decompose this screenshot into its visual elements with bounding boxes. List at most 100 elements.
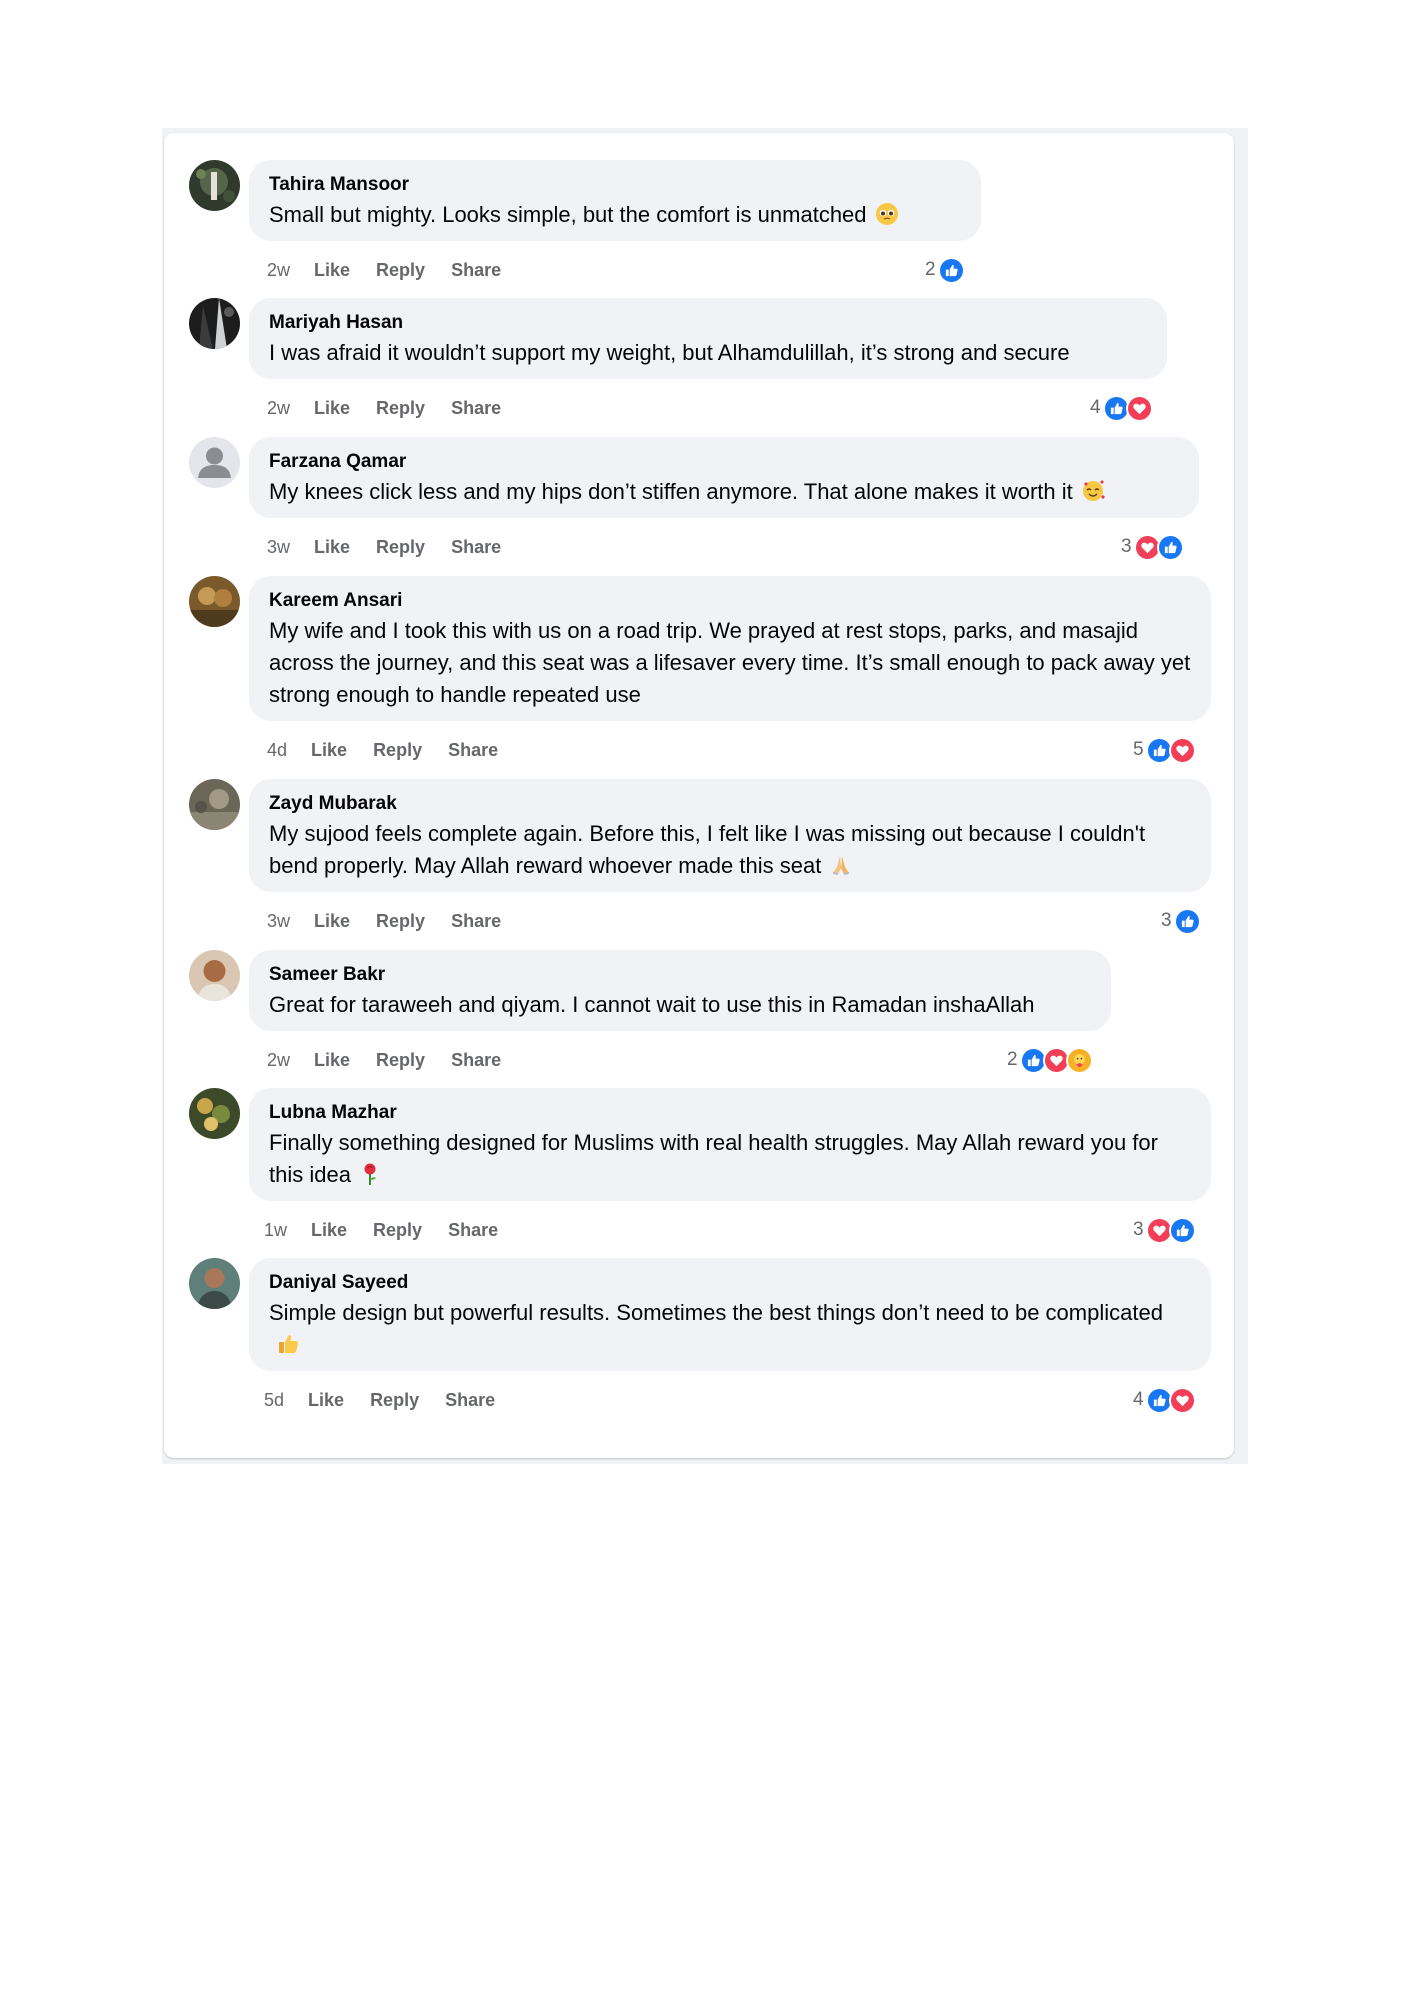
comment-author[interactable]: Tahira Mansoor: [269, 171, 961, 199]
reaction-summary[interactable]: 3: [1161, 907, 1201, 935]
avatar[interactable]: [189, 1258, 240, 1309]
comment-timestamp[interactable]: 2w: [267, 398, 290, 419]
comment-text: I was afraid it wouldn’t support my weig…: [269, 337, 1147, 369]
like-button[interactable]: Like: [314, 537, 350, 558]
comment-author[interactable]: Mariyah Hasan: [269, 309, 1147, 337]
comment-author[interactable]: Farzana Qamar: [269, 448, 1179, 476]
share-button[interactable]: Share: [451, 398, 501, 419]
avatar[interactable]: [189, 437, 240, 488]
share-button[interactable]: Share: [451, 1050, 501, 1071]
comment-author[interactable]: Lubna Mazhar: [269, 1099, 1191, 1127]
reaction-summary[interactable]: 3: [1121, 533, 1184, 561]
share-button[interactable]: Share: [451, 260, 501, 281]
reply-button[interactable]: Reply: [373, 740, 422, 761]
comment-author[interactable]: Sameer Bakr: [269, 961, 1091, 989]
pleading-face-emoji: [875, 202, 899, 226]
comment-author[interactable]: Daniyal Sayeed: [269, 1269, 1191, 1297]
comment-actions: 5d Like Reply Share: [264, 1388, 521, 1412]
reaction-count: 2: [1007, 1049, 1018, 1070]
comment-timestamp[interactable]: 5d: [264, 1390, 284, 1411]
comment-bubble: Tahira Mansoor Small but mighty. Looks s…: [249, 160, 981, 241]
reply-button[interactable]: Reply: [376, 260, 425, 281]
like-button[interactable]: Like: [314, 1050, 350, 1071]
reaction-count: 2: [925, 259, 936, 280]
reaction-summary[interactable]: 4: [1090, 394, 1153, 422]
comment-text-content: Small but mighty. Looks simple, but the …: [269, 202, 867, 227]
comment-timestamp[interactable]: 3w: [267, 537, 290, 558]
comment-bubble: Kareem Ansari My wife and I took this wi…: [249, 576, 1211, 721]
comment-text: Great for taraweeh and qiyam. I cannot w…: [269, 989, 1091, 1021]
reaction-summary[interactable]: 5: [1133, 736, 1196, 764]
like-button[interactable]: Like: [314, 911, 350, 932]
share-button[interactable]: Share: [448, 740, 498, 761]
avatar[interactable]: [189, 950, 240, 1001]
comment-text-content: Simple design but powerful results. Some…: [269, 1300, 1163, 1325]
comment-timestamp[interactable]: 1w: [264, 1220, 287, 1241]
share-button[interactable]: Share: [445, 1390, 495, 1411]
care-reaction-icon: [1065, 1046, 1093, 1074]
reaction-count: 4: [1133, 1389, 1144, 1410]
comment-actions: 4d Like Reply Share: [267, 738, 524, 762]
rose-emoji: [359, 1162, 381, 1186]
reaction-summary[interactable]: 2: [925, 256, 965, 284]
comment-actions: 2w Like Reply Share: [267, 258, 527, 282]
reply-button[interactable]: Reply: [373, 1220, 422, 1241]
like-reaction-icon: [1173, 907, 1201, 935]
reaction-summary[interactable]: 2: [1007, 1046, 1093, 1074]
comment-actions: 2w Like Reply Share: [267, 396, 527, 420]
comment-bubble: Daniyal Sayeed Simple design but powerfu…: [249, 1258, 1211, 1371]
avatar[interactable]: [189, 160, 240, 211]
comment-timestamp[interactable]: 2w: [267, 1050, 290, 1071]
comment-text: My knees click less and my hips don’t st…: [269, 476, 1179, 508]
thumbs-up-emoji: [277, 1332, 301, 1356]
reply-button[interactable]: Reply: [376, 537, 425, 558]
reaction-count: 5: [1133, 739, 1144, 760]
share-button[interactable]: Share: [451, 911, 501, 932]
comment-text-content: Finally something designed for Muslims w…: [269, 1130, 1158, 1187]
share-button[interactable]: Share: [448, 1220, 498, 1241]
comment-bubble: Farzana Qamar My knees click less and my…: [249, 437, 1199, 518]
like-button[interactable]: Like: [314, 260, 350, 281]
smiling-face-with-hearts-emoji: [1081, 479, 1105, 503]
reaction-count: 3: [1133, 1219, 1144, 1240]
comment-text-content: Great for taraweeh and qiyam. I cannot w…: [269, 992, 1035, 1017]
love-reaction-icon: [1168, 736, 1196, 764]
comment-bubble: Zayd Mubarak My sujood feels complete ag…: [249, 779, 1211, 892]
comment-actions: 3w Like Reply Share: [267, 535, 527, 559]
comment-text: My wife and I took this with us on a roa…: [269, 615, 1191, 711]
like-button[interactable]: Like: [314, 398, 350, 419]
comment-bubble: Mariyah Hasan I was afraid it wouldn’t s…: [249, 298, 1167, 379]
comment-actions: 2w Like Reply Share: [267, 1048, 527, 1072]
reaction-summary[interactable]: 3: [1133, 1216, 1196, 1244]
comment-text: Simple design but powerful results. Some…: [269, 1297, 1191, 1361]
love-reaction-icon: [1168, 1386, 1196, 1414]
like-button[interactable]: Like: [308, 1390, 344, 1411]
like-reaction-icon: [1156, 533, 1184, 561]
comment-timestamp[interactable]: 3w: [267, 911, 290, 932]
comment-text-content: My sujood feels complete again. Before t…: [269, 821, 1146, 878]
comment-text-content: I was afraid it wouldn’t support my weig…: [269, 340, 1070, 365]
like-button[interactable]: Like: [311, 740, 347, 761]
reaction-count: 3: [1121, 536, 1132, 557]
reply-button[interactable]: Reply: [376, 911, 425, 932]
share-button[interactable]: Share: [451, 537, 501, 558]
avatar[interactable]: [189, 1088, 240, 1139]
comment-text-content: My knees click less and my hips don’t st…: [269, 479, 1073, 504]
reply-button[interactable]: Reply: [376, 398, 425, 419]
comment-author[interactable]: Kareem Ansari: [269, 587, 1191, 615]
avatar[interactable]: [189, 779, 240, 830]
comment-timestamp[interactable]: 2w: [267, 260, 290, 281]
comment-text: Small but mighty. Looks simple, but the …: [269, 199, 961, 231]
reaction-count: 4: [1090, 397, 1101, 418]
avatar[interactable]: [189, 298, 240, 349]
comment-text: Finally something designed for Muslims w…: [269, 1127, 1191, 1191]
comment-author[interactable]: Zayd Mubarak: [269, 790, 1191, 818]
avatar[interactable]: [189, 576, 240, 627]
reply-button[interactable]: Reply: [370, 1390, 419, 1411]
reaction-summary[interactable]: 4: [1133, 1386, 1196, 1414]
reply-button[interactable]: Reply: [376, 1050, 425, 1071]
like-button[interactable]: Like: [311, 1220, 347, 1241]
comment-text: My sujood feels complete again. Before t…: [269, 818, 1191, 882]
folded-hands-emoji: [829, 853, 853, 877]
comment-timestamp[interactable]: 4d: [267, 740, 287, 761]
